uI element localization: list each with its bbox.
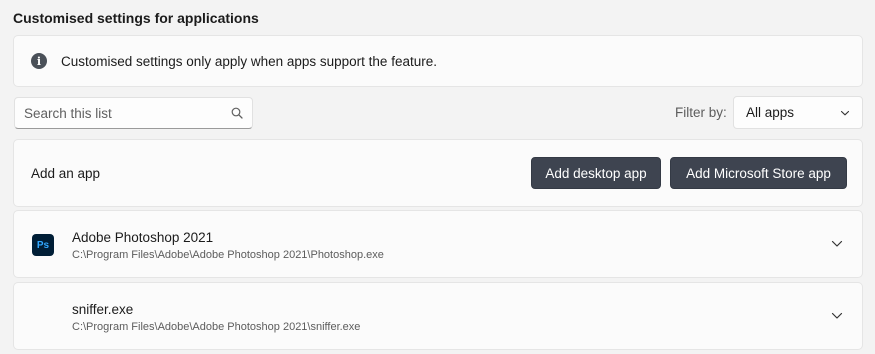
add-microsoft-store-app-button[interactable]: Add Microsoft Store app xyxy=(670,157,847,189)
search-box[interactable] xyxy=(14,97,253,129)
photoshop-icon: Ps xyxy=(32,234,54,256)
app-path: C:\Program Files\Adobe\Adobe Photoshop 2… xyxy=(72,249,384,261)
app-path: C:\Program Files\Adobe\Adobe Photoshop 2… xyxy=(72,321,361,333)
info-icon: i xyxy=(31,53,47,69)
search-input[interactable] xyxy=(24,105,224,121)
settings-page: Customised settings for applications i C… xyxy=(0,0,875,354)
app-name: Adobe Photoshop 2021 xyxy=(72,230,214,245)
info-text: Customised settings only apply when apps… xyxy=(61,53,437,69)
section-title: Customised settings for applications xyxy=(13,10,259,26)
chevron-down-icon[interactable] xyxy=(831,312,843,320)
filter-selected-value: All apps xyxy=(746,105,795,120)
chevron-down-icon[interactable] xyxy=(831,240,843,248)
app-list-item[interactable]: Ps Adobe Photoshop 2021 C:\Program Files… xyxy=(13,210,863,278)
add-desktop-app-button[interactable]: Add desktop app xyxy=(531,157,661,189)
add-app-label: Add an app xyxy=(31,165,101,181)
chevron-down-icon xyxy=(840,110,850,116)
info-banner: i Customised settings only apply when ap… xyxy=(13,35,863,87)
app-list-item[interactable]: sniffer.exe C:\Program Files\Adobe\Adobe… xyxy=(13,282,863,350)
filter-dropdown[interactable]: All apps xyxy=(733,96,863,129)
filter-label: Filter by: xyxy=(675,105,727,120)
add-app-card: Add an app Add desktop app Add Microsoft… xyxy=(13,139,863,207)
search-icon[interactable] xyxy=(231,107,243,119)
app-name: sniffer.exe xyxy=(72,302,134,317)
